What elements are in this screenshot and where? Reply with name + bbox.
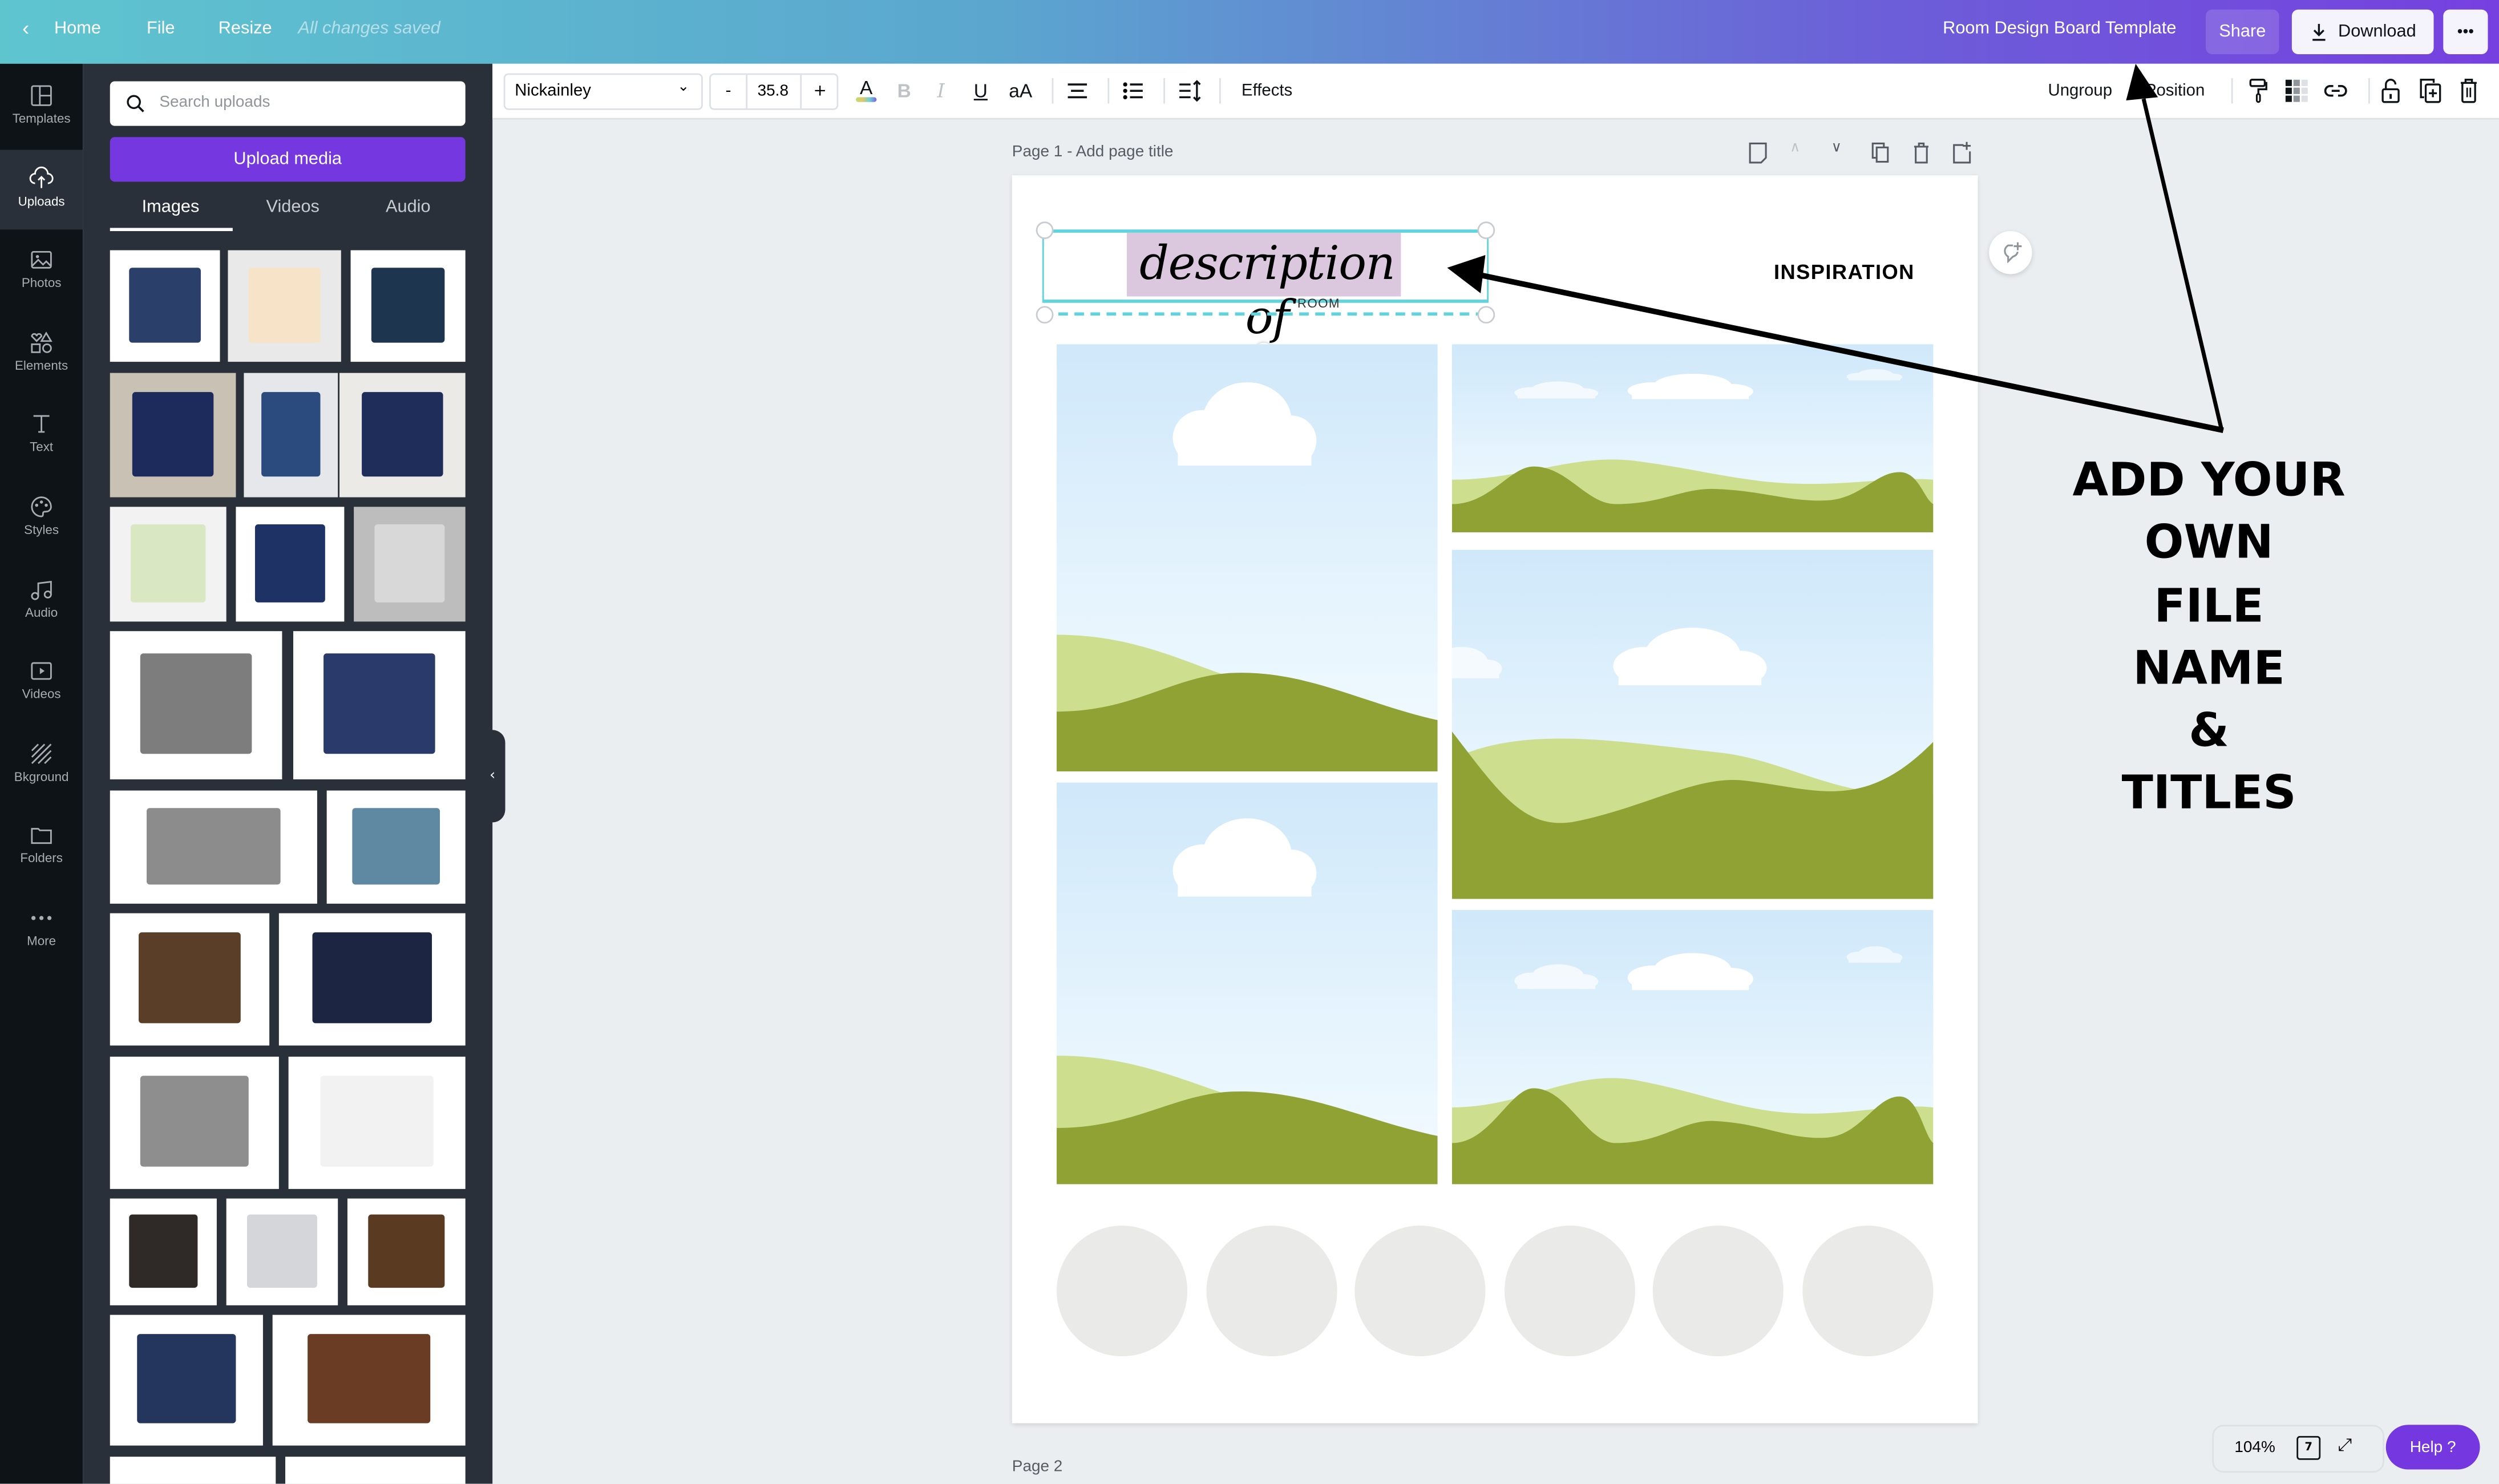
help-button[interactable]: Help ? <box>2385 1425 2480 1470</box>
annotation-line: OWN <box>2144 515 2274 570</box>
page-count-button[interactable]: 7 <box>2296 1436 2321 1460</box>
help-label: Help ? <box>2409 1438 2456 1456</box>
zoom-level[interactable]: 104% <box>2234 1439 2275 1457</box>
annotation-line: NAME <box>2133 640 2285 695</box>
arrow-to-filename-head <box>2126 63 2158 100</box>
page-count: 7 <box>2304 1441 2313 1454</box>
arrow-to-title-head <box>1447 254 1486 293</box>
fullscreen-icon[interactable]: ⤢ <box>2338 1434 2352 1457</box>
arrow-to-filename-line <box>2141 98 2224 431</box>
page-2-label[interactable]: Page 2 <box>1012 1458 1063 1476</box>
annotation-line: ADD YOUR <box>2072 452 2346 507</box>
annotation-line: FILE <box>2154 577 2264 632</box>
zoom-controls: 104% 7 ⤢ <box>2212 1425 2384 1473</box>
arrow-to-title-line <box>1475 271 2224 434</box>
annotation-line: TITLES <box>2121 766 2296 820</box>
annotation-text: ADD YOUR OWN FILE NAME & TITLES <box>2049 450 2368 826</box>
annotation-line: & <box>2189 703 2229 758</box>
